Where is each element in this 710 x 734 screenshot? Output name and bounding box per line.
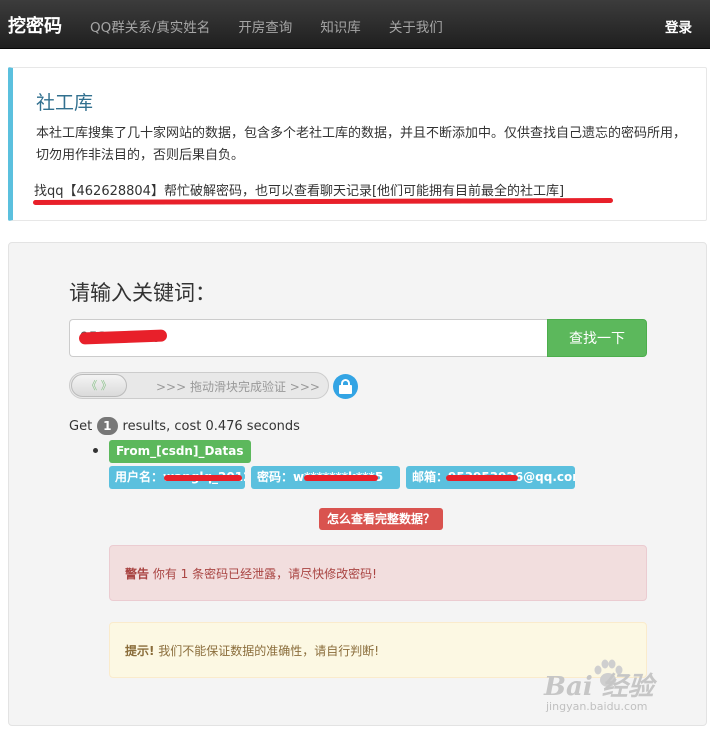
watermark-logo: Bai 经验 xyxy=(544,672,654,702)
danger-alert: 警告 你有 1 条密码已经泄露，请尽快修改密码! xyxy=(109,545,647,601)
search-button[interactable]: 查找一下 xyxy=(547,319,647,357)
results-count-badge: 1 xyxy=(97,417,118,435)
callout-title: 社工库 xyxy=(36,92,94,114)
redaction-scribble xyxy=(164,475,242,481)
password-key: 密码： xyxy=(257,470,294,484)
baidu-watermark: Bai 经验 jingyan.baidu.com xyxy=(540,659,705,720)
list-bullet xyxy=(93,448,98,453)
brand-logo[interactable]: 挖密码 xyxy=(8,12,62,38)
danger-alert-text: 你有 1 条密码已经泄露，请尽快修改密码! xyxy=(149,567,377,581)
email-key: 邮箱： xyxy=(412,470,449,484)
nav-link-about[interactable]: 关于我们 xyxy=(389,16,443,36)
lock-icon xyxy=(333,374,358,399)
nav-link-room-query[interactable]: 开房查询 xyxy=(238,16,292,36)
source-label: From_[csdn]_Datas xyxy=(109,440,251,463)
slider-handle[interactable]: 《 》 xyxy=(71,374,127,397)
slider-hint-text: >>> 拖动滑块完成验证 >>> xyxy=(156,380,320,394)
warning-alert-title: 提示! xyxy=(125,644,155,658)
watermark-site: jingyan.baidu.com xyxy=(546,700,648,713)
red-underline-mark xyxy=(32,197,614,206)
username-key: 用户名： xyxy=(115,470,164,484)
intro-callout: 社工库 本社工库搜集了几十家网站的数据，包含多个老社工库的数据，并且不断添加中。… xyxy=(8,67,707,221)
login-link[interactable]: 登录 xyxy=(665,16,692,36)
top-navbar: 挖密码 QQ群关系/真实姓名 开房查询 知识库 关于我们 登录 xyxy=(0,0,710,49)
callout-contact-text: 找qq【462628804】帮忙破解密码，也可以查看聊天记录[他们可能拥有目前最… xyxy=(34,184,565,199)
danger-alert-title: 警告 xyxy=(125,567,150,581)
results-prefix: Get xyxy=(69,418,93,434)
nav-link-knowledge[interactable]: 知识库 xyxy=(320,16,361,36)
results-summary: Get 1 results, cost 0.476 seconds xyxy=(69,417,300,435)
nav-links: QQ群关系/真实姓名 开房查询 知识库 关于我们 xyxy=(90,16,471,36)
captcha-slider[interactable]: 《 》 >>> 拖动滑块完成验证 >>> xyxy=(69,372,329,399)
results-suffix: results, cost 0.476 seconds xyxy=(122,418,300,434)
redaction-scribble xyxy=(304,475,378,481)
redaction-scribble xyxy=(446,475,518,481)
callout-description: 本社工库搜集了几十家网站的数据，包含多个老社工库的数据，并且不断添加中。仅供查找… xyxy=(36,126,687,163)
search-prompt: 请输入关键词： xyxy=(69,281,216,305)
warning-alert-text: 我们不能保证数据的准确性，请自行判断! xyxy=(154,644,380,658)
view-full-data-button[interactable]: 怎么查看完整数据？ xyxy=(319,508,444,530)
search-panel: 请输入关键词： 查找一下 《 》 >>> 拖动滑块完成验证 >>> Get 1 … xyxy=(8,242,707,726)
nav-link-qq-group[interactable]: QQ群关系/真实姓名 xyxy=(90,16,210,36)
